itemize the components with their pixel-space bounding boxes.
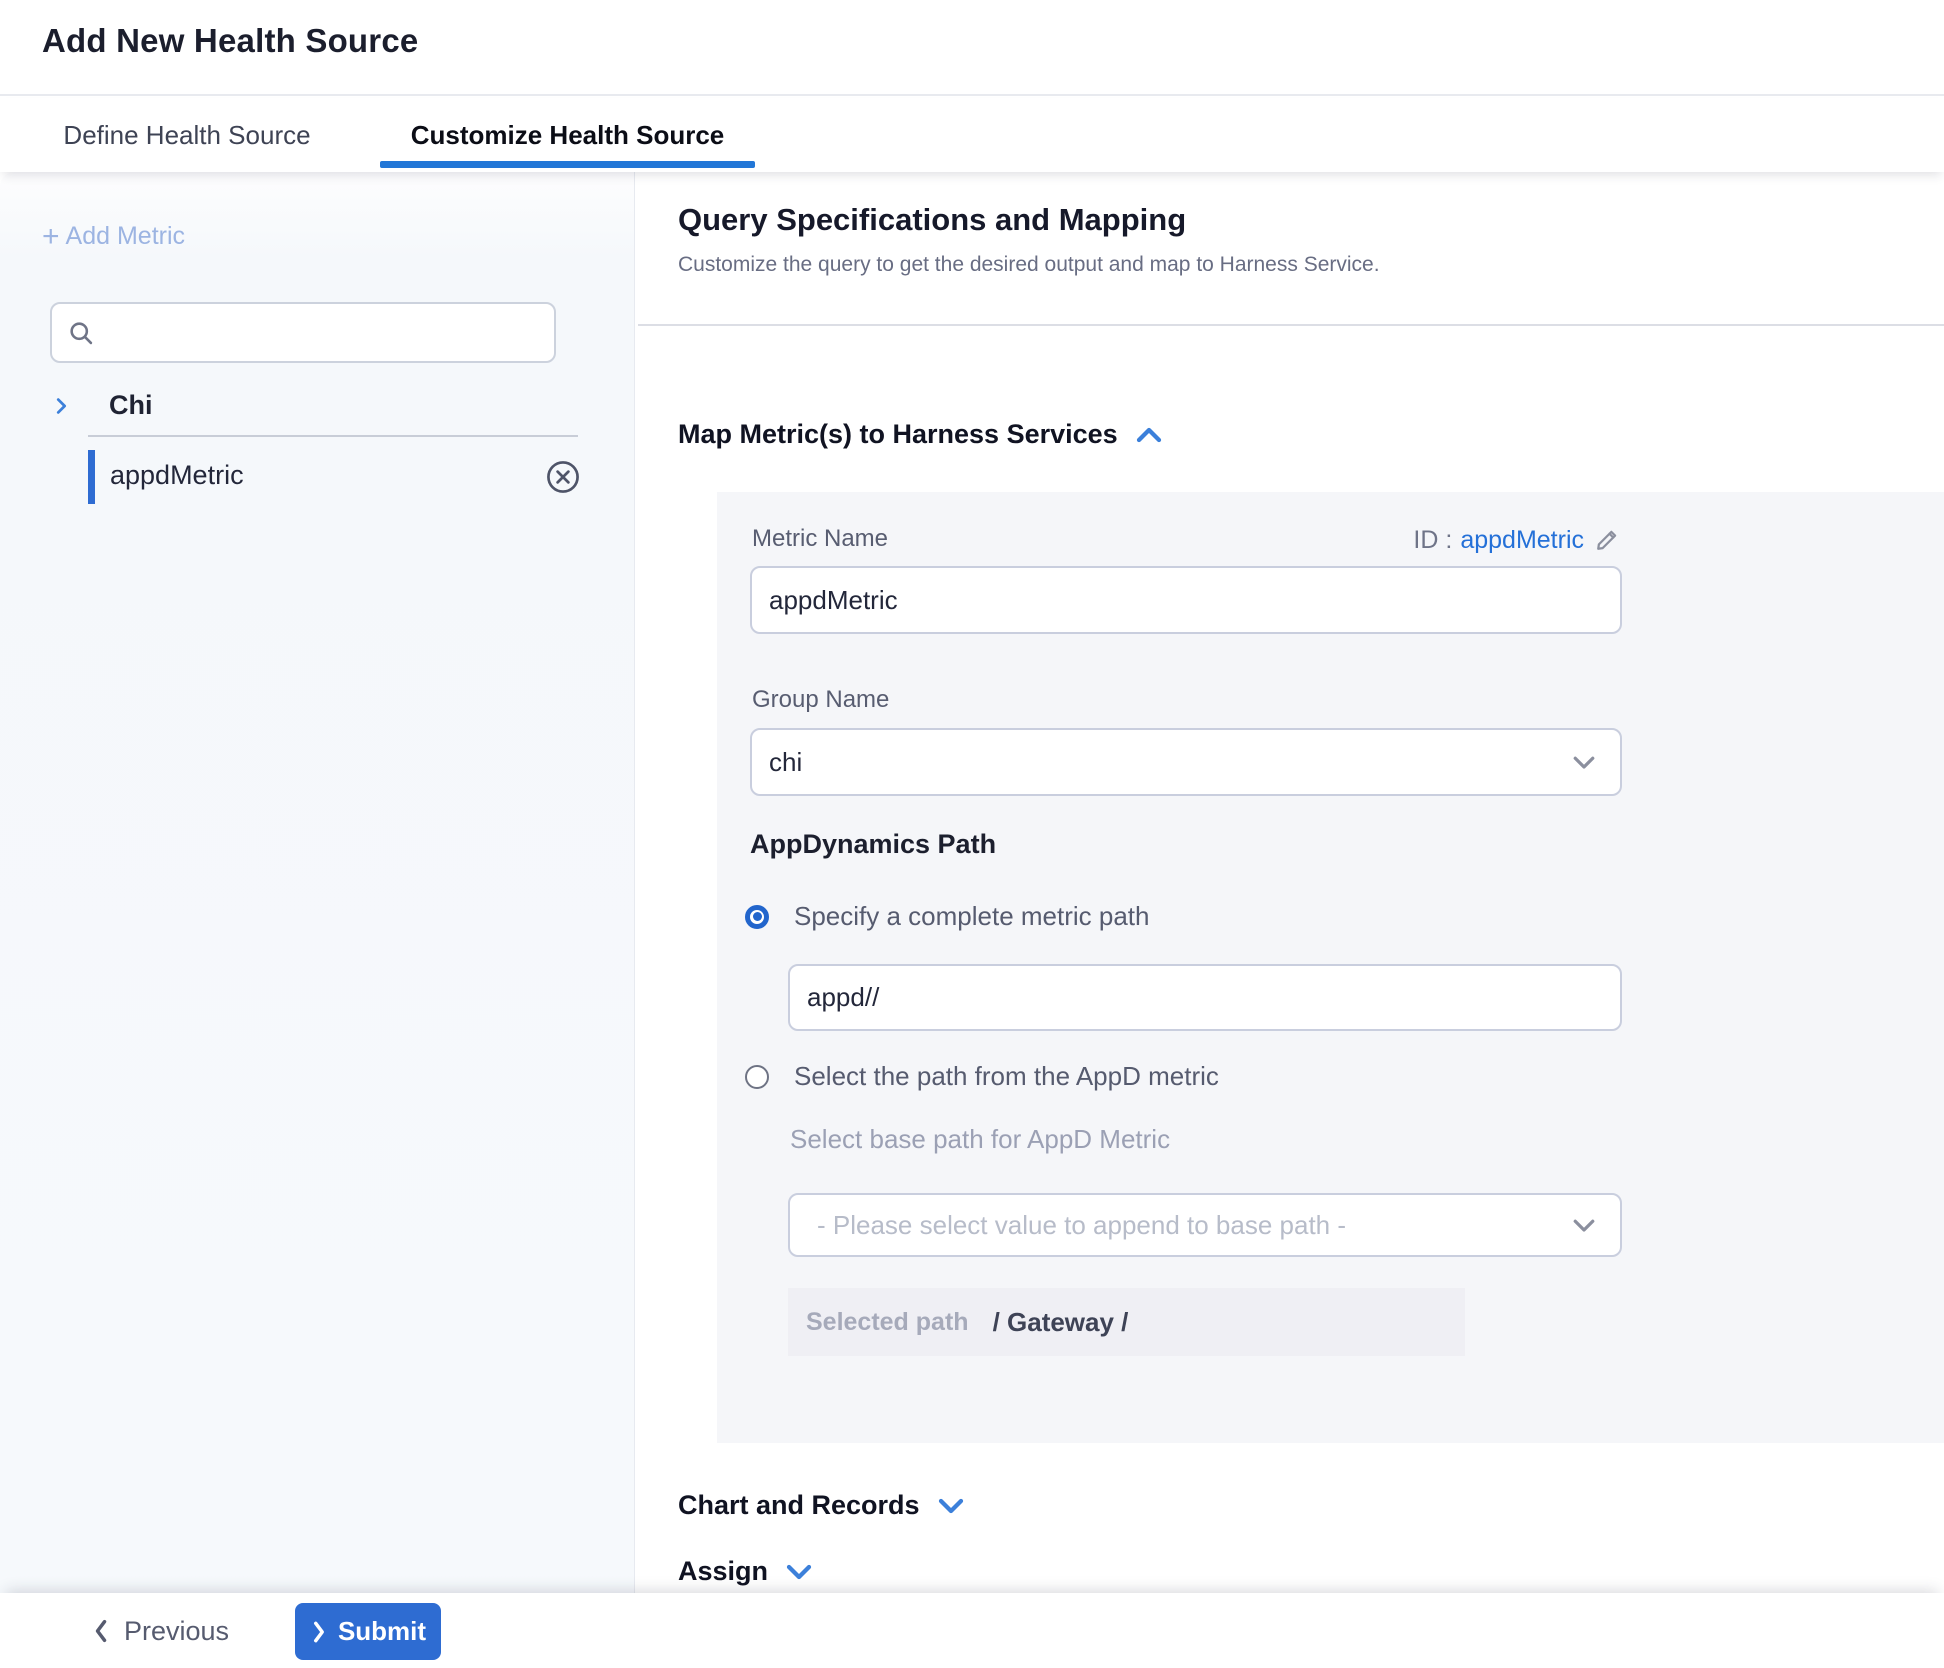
id-prefix-label: ID : bbox=[1413, 526, 1452, 555]
submit-button[interactable]: Submit bbox=[295, 1603, 441, 1660]
metric-mapping-card: Metric Name ID : appdMetric Group Name c… bbox=[717, 492, 1944, 1443]
panel-subheading: Customize the query to get the desired o… bbox=[678, 253, 1380, 277]
appdynamics-path-title: AppDynamics Path bbox=[750, 829, 996, 860]
chevron-down-icon bbox=[1569, 751, 1599, 773]
radio-unchecked-icon[interactable] bbox=[745, 1065, 769, 1089]
metric-name-label: Metric Name bbox=[752, 525, 888, 553]
page-title: Add New Health Source bbox=[42, 22, 418, 60]
panel-heading: Query Specifications and Mapping bbox=[678, 202, 1186, 238]
search-icon bbox=[67, 319, 95, 347]
metric-id-value[interactable]: appdMetric bbox=[1460, 526, 1584, 555]
metric-id-row: ID : appdMetric bbox=[1400, 525, 1622, 555]
section-map-label: Map Metric(s) to Harness Services bbox=[678, 419, 1118, 450]
tab-customize-health-source[interactable]: Customize Health Source bbox=[380, 98, 755, 172]
chevron-right-icon bbox=[310, 1619, 328, 1645]
add-metric-button[interactable]: + Add Metric bbox=[42, 222, 185, 251]
complete-metric-path-input[interactable] bbox=[788, 964, 1622, 1031]
group-name-label: Group Name bbox=[752, 686, 889, 714]
previous-label: Previous bbox=[124, 1616, 229, 1647]
radio-select-path[interactable]: Select the path from the AppD metric bbox=[745, 1061, 1219, 1092]
content-area: + Add Metric bbox=[0, 172, 1944, 1593]
section-map-metrics[interactable]: Map Metric(s) to Harness Services bbox=[678, 419, 1164, 450]
metric-item-label: appdMetric bbox=[110, 460, 244, 491]
metric-name-input[interactable] bbox=[750, 566, 1622, 634]
group-name-value: chi bbox=[769, 747, 1569, 778]
chevron-down-icon[interactable] bbox=[784, 1561, 814, 1583]
tab-label: Define Health Source bbox=[63, 120, 310, 151]
selected-path-label: Selected path bbox=[806, 1308, 969, 1337]
base-path-label: Select base path for AppD Metric bbox=[790, 1124, 1170, 1155]
heading-divider bbox=[638, 324, 1944, 326]
plus-icon: + bbox=[42, 224, 60, 250]
section-assign-label: Assign bbox=[678, 1556, 768, 1587]
chevron-down-icon[interactable] bbox=[936, 1495, 966, 1517]
radio-select-label: Select the path from the AppD metric bbox=[794, 1061, 1219, 1092]
tab-bar: Define Health Source Customize Health So… bbox=[0, 98, 1944, 172]
radio-checked-icon[interactable] bbox=[745, 905, 769, 929]
tab-label: Customize Health Source bbox=[411, 120, 725, 151]
metric-group-row[interactable]: Chi bbox=[0, 390, 634, 421]
title-bar: Add New Health Source bbox=[0, 0, 1944, 96]
section-chart-label: Chart and Records bbox=[678, 1490, 920, 1521]
radio-specify-metric-path[interactable]: Specify a complete metric path bbox=[745, 901, 1150, 932]
base-path-select[interactable]: - Please select value to append to base … bbox=[788, 1193, 1622, 1257]
metrics-sidebar: + Add Metric bbox=[0, 172, 635, 1593]
selected-path-value: / Gateway / bbox=[993, 1307, 1129, 1338]
active-tab-underline bbox=[380, 161, 755, 168]
selected-metric-accent bbox=[88, 450, 95, 504]
chevron-up-icon[interactable] bbox=[1134, 424, 1164, 446]
previous-button[interactable]: Previous bbox=[90, 1607, 229, 1655]
metric-group-label: Chi bbox=[109, 390, 153, 421]
base-path-placeholder: - Please select value to append to base … bbox=[817, 1210, 1569, 1241]
chevron-down-icon bbox=[1569, 1214, 1599, 1236]
chevron-right-icon[interactable] bbox=[50, 395, 72, 417]
chevron-left-icon bbox=[90, 1617, 112, 1645]
search-input[interactable] bbox=[107, 319, 527, 347]
delete-metric-icon[interactable] bbox=[544, 458, 582, 496]
add-health-source-dialog: Add New Health Source Define Health Sour… bbox=[0, 0, 1944, 1668]
selected-path-strip: Selected path / Gateway / bbox=[788, 1288, 1465, 1356]
group-divider bbox=[88, 435, 578, 437]
group-name-select[interactable]: chi bbox=[750, 728, 1622, 796]
metric-search-box bbox=[50, 302, 556, 363]
radio-specify-label: Specify a complete metric path bbox=[794, 901, 1150, 932]
section-chart-records[interactable]: Chart and Records bbox=[678, 1490, 966, 1521]
query-spec-panel: Query Specifications and Mapping Customi… bbox=[636, 172, 1944, 1593]
metric-list-item[interactable]: appdMetric bbox=[0, 450, 634, 504]
footer-bar: Previous Submit bbox=[0, 1593, 1944, 1668]
section-assign[interactable]: Assign bbox=[678, 1556, 814, 1587]
add-metric-label: Add Metric bbox=[66, 222, 185, 251]
submit-label: Submit bbox=[338, 1616, 426, 1647]
edit-pencil-icon[interactable] bbox=[1592, 525, 1622, 555]
metric-group: Chi bbox=[0, 390, 634, 437]
tab-define-health-source[interactable]: Define Health Source bbox=[42, 98, 332, 172]
